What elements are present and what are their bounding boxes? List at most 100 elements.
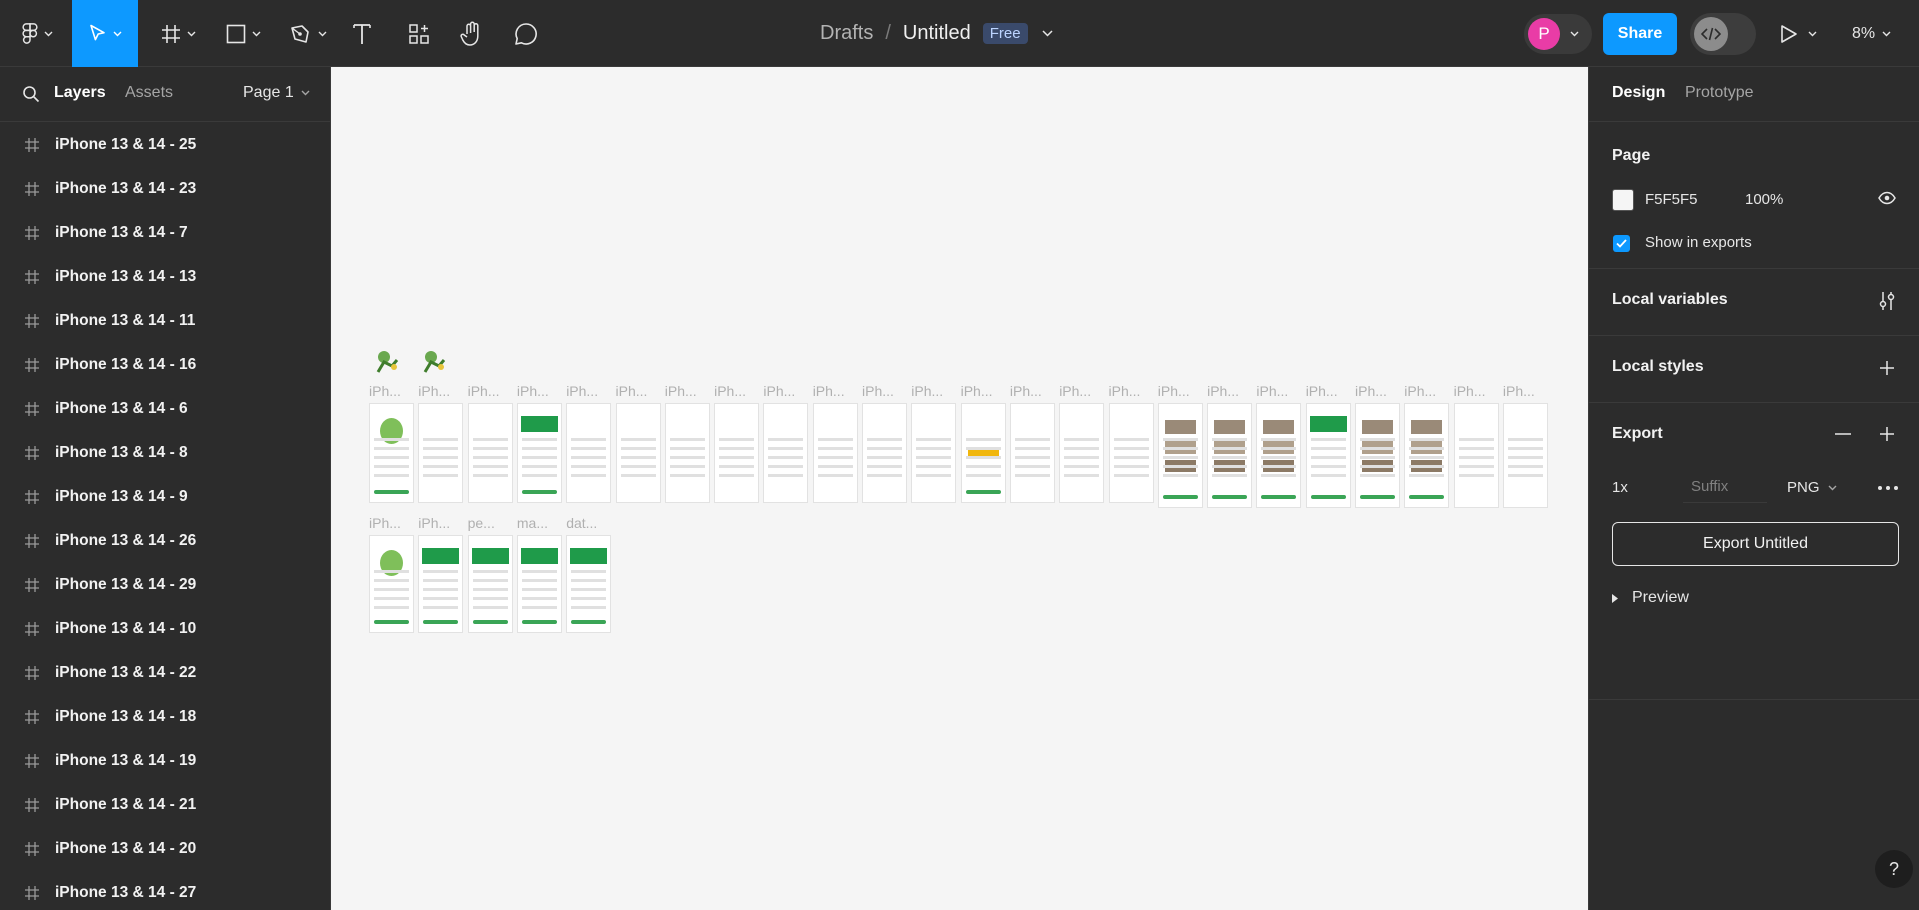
layer-row[interactable]: iPhone 13 & 14 - 8 [0, 431, 330, 475]
frame-label[interactable]: iPh... [1256, 383, 1300, 399]
export-button[interactable]: Export Untitled [1612, 522, 1899, 566]
multiplayer-avatar-menu[interactable]: P [1524, 14, 1592, 54]
frame-label[interactable]: iPh... [566, 383, 610, 399]
frame-label[interactable]: iPh... [862, 383, 906, 399]
page-selector[interactable]: Page 1 [243, 84, 310, 102]
frame-thumbnail[interactable] [812, 403, 858, 503]
frame-thumbnail[interactable] [1157, 403, 1203, 508]
export-format-select[interactable]: PNG [1787, 479, 1837, 496]
layer-row[interactable]: iPhone 13 & 14 - 9 [0, 475, 330, 519]
layer-row[interactable]: iPhone 13 & 14 - 26 [0, 519, 330, 563]
pen-tool-button[interactable] [283, 0, 333, 67]
layer-row[interactable]: iPhone 13 & 14 - 22 [0, 651, 330, 695]
tab-layers[interactable]: Layers [54, 84, 106, 102]
frame-label[interactable]: iPh... [763, 383, 807, 399]
minus-icon[interactable] [1835, 433, 1851, 435]
page-color-swatch[interactable] [1612, 189, 1634, 211]
show-in-exports-checkbox[interactable] [1613, 235, 1630, 252]
frame-thumbnail[interactable] [467, 403, 513, 503]
text-tool-button[interactable] [349, 0, 375, 67]
frame-label[interactable]: iPh... [961, 383, 1005, 399]
layer-row[interactable]: iPhone 13 & 14 - 23 [0, 167, 330, 211]
local-variables-title[interactable]: Local variables [1612, 291, 1728, 309]
more-options-icon[interactable] [1878, 486, 1898, 490]
frame-thumbnail[interactable] [862, 403, 907, 503]
layer-row[interactable]: iPhone 13 & 14 - 13 [0, 255, 330, 299]
plus-icon[interactable] [1879, 360, 1895, 376]
search-icon[interactable] [22, 85, 40, 103]
layer-row[interactable]: iPhone 13 & 14 - 7 [0, 211, 330, 255]
dev-mode-toggle[interactable] [1690, 13, 1756, 55]
layer-row[interactable]: iPhone 13 & 14 - 18 [0, 695, 330, 739]
layer-row[interactable]: iPhone 13 & 14 - 27 [0, 871, 330, 910]
frame-label[interactable]: iPh... [1109, 383, 1153, 399]
frame-thumbnail[interactable] [516, 535, 562, 633]
page-color-opacity[interactable]: 100% [1745, 191, 1783, 208]
breadcrumb-drafts[interactable]: Drafts [820, 22, 873, 45]
hand-tool-button[interactable] [457, 0, 487, 67]
layer-row[interactable]: iPhone 13 & 14 - 19 [0, 739, 330, 783]
frame-label[interactable]: iPh... [369, 383, 413, 399]
frame-thumbnail[interactable] [1502, 403, 1548, 508]
frame-thumbnail[interactable] [1009, 403, 1055, 503]
frame-label[interactable]: iPh... [369, 515, 413, 531]
export-suffix-input[interactable]: Suffix [1683, 471, 1767, 503]
layer-row[interactable]: iPhone 13 & 14 - 10 [0, 607, 330, 651]
frame-thumbnail[interactable] [615, 403, 661, 503]
frame-thumbnail[interactable] [418, 535, 464, 633]
page-color-hex[interactable]: F5F5F5 [1645, 191, 1698, 208]
frame-label[interactable]: iPh... [1059, 383, 1103, 399]
layer-row[interactable]: iPhone 13 & 14 - 25 [0, 123, 330, 167]
frame-thumbnail[interactable] [566, 535, 612, 633]
layer-row[interactable]: iPhone 13 & 14 - 6 [0, 387, 330, 431]
frame-thumbnail[interactable] [960, 403, 1006, 503]
tab-design[interactable]: Design [1612, 84, 1665, 102]
move-tool-button[interactable] [72, 0, 138, 67]
canvas[interactable]: iPh... iPh... iPh... iPh... iPh... iPh... iPh.… [331, 67, 1588, 910]
frame-label[interactable]: iPh... [1404, 383, 1448, 399]
frame-thumbnail[interactable] [1108, 403, 1154, 503]
frame-tool-button[interactable] [153, 0, 203, 67]
frame-thumbnail[interactable] [911, 403, 957, 503]
comment-tool-button[interactable] [511, 0, 541, 67]
frame-label[interactable]: iPh... [517, 383, 561, 399]
file-menu-button[interactable] [1042, 30, 1053, 37]
frame-thumbnail[interactable] [369, 403, 414, 503]
frame-label[interactable]: iPh... [1503, 383, 1547, 399]
frame-thumbnail[interactable] [1404, 403, 1450, 508]
export-preview-toggle[interactable]: Preview [1612, 589, 1689, 607]
eye-icon[interactable] [1878, 191, 1896, 205]
layer-row[interactable]: iPhone 13 & 14 - 20 [0, 827, 330, 871]
frame-thumbnail[interactable] [418, 403, 464, 503]
frame-label[interactable]: ma... [517, 515, 561, 531]
frame-label[interactable]: iPh... [1454, 383, 1498, 399]
present-button[interactable] [1780, 0, 1817, 67]
frame-label[interactable]: iPh... [616, 383, 660, 399]
main-menu-button[interactable] [14, 0, 60, 67]
frame-label[interactable]: dat... [566, 515, 610, 531]
frame-label[interactable]: iPh... [1306, 383, 1350, 399]
frame-thumbnail[interactable] [1207, 403, 1253, 508]
frame-thumbnail[interactable] [714, 403, 760, 503]
plus-icon[interactable] [1879, 426, 1895, 442]
file-name[interactable]: Untitled [903, 22, 971, 45]
frame-label[interactable]: iPh... [418, 515, 462, 531]
variables-sliders-icon[interactable] [1879, 291, 1895, 311]
frame-label[interactable]: iPh... [665, 383, 709, 399]
frame-thumbnail[interactable] [1059, 403, 1105, 503]
frame-label[interactable]: iPh... [714, 383, 758, 399]
layer-row[interactable]: iPhone 13 & 14 - 21 [0, 783, 330, 827]
frame-label[interactable]: iPh... [813, 383, 857, 399]
frame-thumbnail[interactable] [763, 403, 809, 503]
frame-label[interactable]: iPh... [1355, 383, 1399, 399]
frame-label[interactable]: iPh... [1010, 383, 1054, 399]
export-scale[interactable]: 1x [1612, 479, 1628, 496]
resources-tool-button[interactable] [404, 0, 434, 67]
tab-assets[interactable]: Assets [125, 84, 173, 102]
share-button[interactable]: Share [1603, 13, 1677, 55]
help-button[interactable]: ? [1875, 850, 1913, 888]
layer-row[interactable]: iPhone 13 & 14 - 29 [0, 563, 330, 607]
frame-thumbnail[interactable] [1453, 403, 1499, 508]
frame-thumbnail[interactable] [516, 403, 562, 503]
layer-row[interactable]: iPhone 13 & 14 - 16 [0, 343, 330, 387]
